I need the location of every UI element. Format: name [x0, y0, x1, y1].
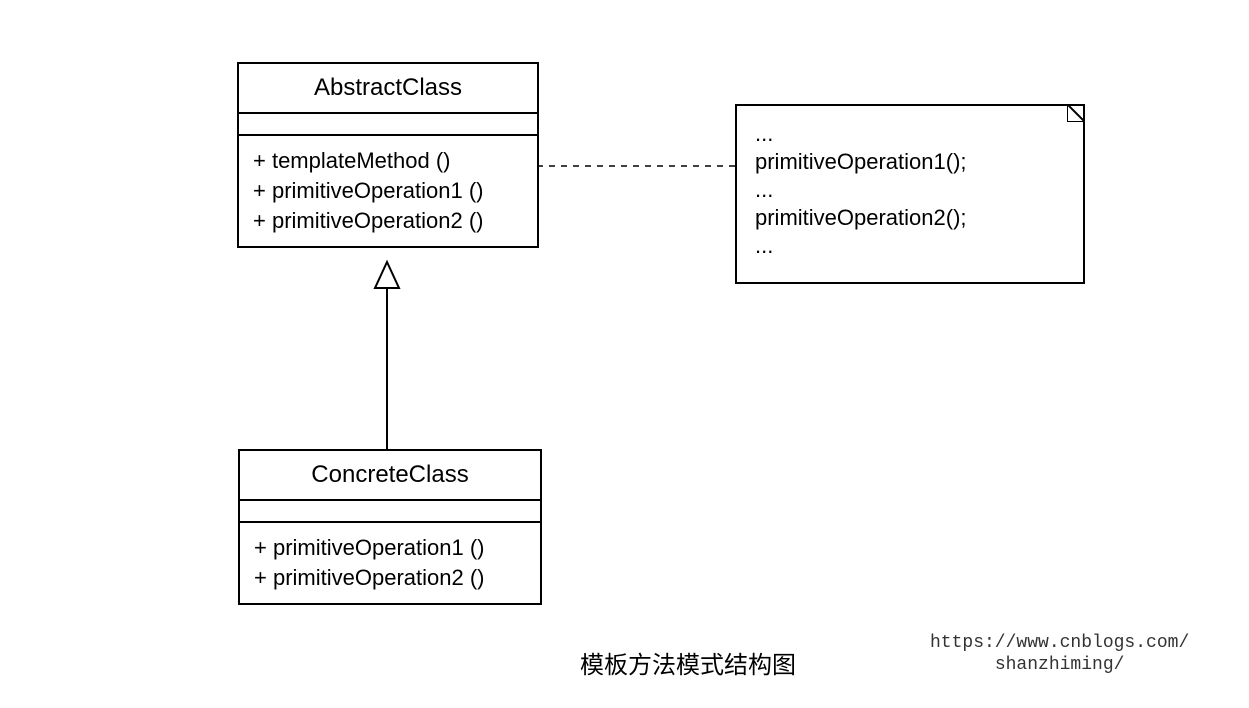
class-methods: + templateMethod () + primitiveOperation…: [239, 136, 537, 246]
watermark-text: https://www.cnblogs.com/ shanzhiming/: [930, 632, 1189, 676]
uml-note: ... primitiveOperation1(); ... primitive…: [735, 104, 1085, 284]
class-title: ConcreteClass: [240, 451, 540, 501]
note-line: ...: [755, 176, 1065, 204]
note-fold-icon: [1067, 104, 1085, 122]
method: + primitiveOperation2 (): [254, 563, 526, 593]
diagram-caption: 模板方法模式结构图: [580, 645, 796, 680]
note-line: ...: [755, 120, 1065, 148]
class-attr-compartment: [240, 501, 540, 523]
method: + primitiveOperation1 (): [254, 533, 526, 563]
class-methods: + primitiveOperation1 () + primitiveOper…: [240, 523, 540, 603]
uml-class-abstract: AbstractClass + templateMethod () + prim…: [237, 62, 539, 248]
class-attr-compartment: [239, 114, 537, 136]
method: + primitiveOperation1 (): [253, 176, 523, 206]
note-line: primitiveOperation2();: [755, 204, 1065, 232]
method: + primitiveOperation2 (): [253, 206, 523, 236]
note-line: ...: [755, 232, 1065, 260]
uml-class-concrete: ConcreteClass + primitiveOperation1 () +…: [238, 449, 542, 605]
method: + templateMethod (): [253, 146, 523, 176]
generalization-arrowhead-icon: [375, 262, 399, 288]
class-title: AbstractClass: [239, 64, 537, 114]
note-line: primitiveOperation1();: [755, 148, 1065, 176]
